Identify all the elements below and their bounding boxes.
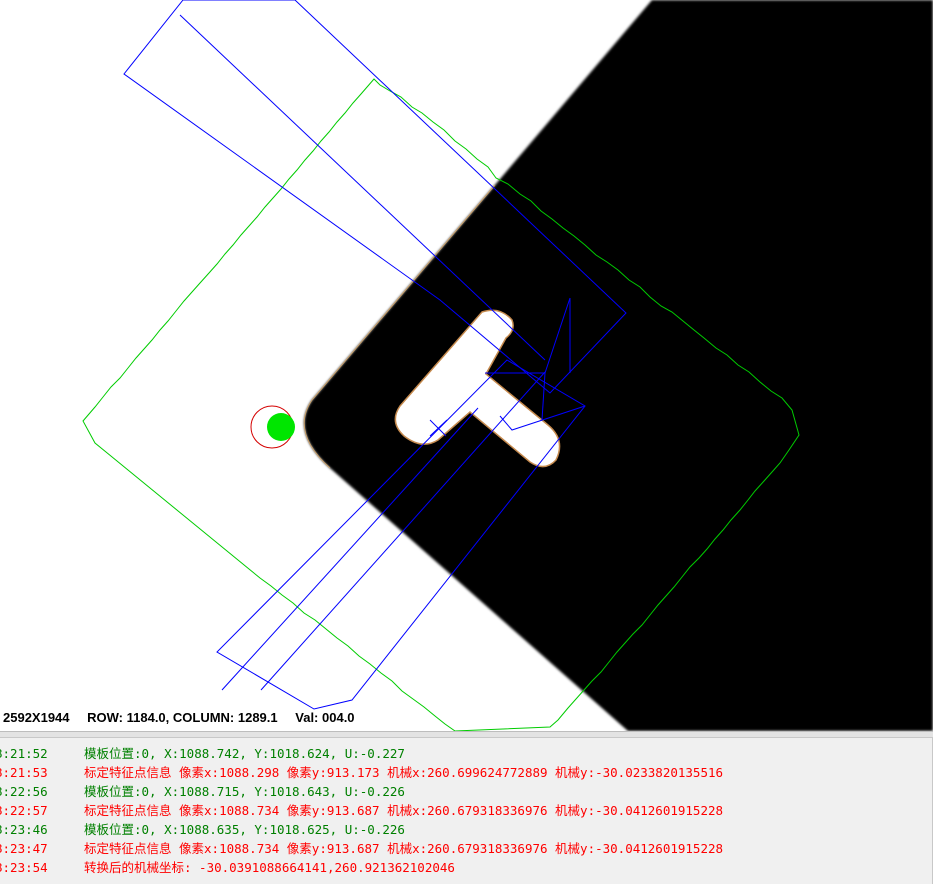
log-entry: 8:23:54 转换后的机械坐标: -30.0391088664141,260.…	[0, 858, 932, 877]
log-time: 8:23:46	[0, 822, 48, 837]
part-body	[304, 0, 933, 731]
log-message: 模板位置:0, X:1088.635, Y:1018.625, U:-0.226	[84, 822, 405, 837]
log-message: 模板位置:0, X:1088.715, Y:1018.643, U:-0.226	[84, 784, 405, 799]
log-message: 标定特征点信息 像素x:1088.298 像素y:913.173 机械x:260…	[84, 765, 724, 780]
log-entry: 8:23:46 模板位置:0, X:1088.635, Y:1018.625, …	[0, 820, 932, 839]
feature-point[interactable]	[267, 413, 295, 441]
log-time: 8:21:53	[0, 765, 48, 780]
log-message: 转换后的机械坐标: -30.0391088664141,260.92136210…	[84, 860, 455, 875]
image-viewer[interactable]: 2592X1944 ROW: 1184.0, COLUMN: 1289.1 Va…	[0, 0, 933, 731]
log-time: 8:22:56	[0, 784, 48, 799]
template-axis-upper	[179, 14, 546, 361]
log-entry: 8:22:56 模板位置:0, X:1088.715, Y:1018.643, …	[0, 782, 932, 801]
log-time: 8:23:54	[0, 860, 48, 875]
log-message: 标定特征点信息 像素x:1088.734 像素y:913.687 机械x:260…	[84, 803, 724, 818]
log-panel[interactable]: 8:21:52 模板位置:0, X:1088.742, Y:1018.624, …	[0, 738, 933, 884]
log-time: 8:23:47	[0, 841, 48, 856]
log-entry: 8:22:57 标定特征点信息 像素x:1088.734 像素y:913.687…	[0, 801, 932, 820]
panel-splitter[interactable]	[0, 731, 933, 738]
image-resolution: 2592X1944	[3, 710, 70, 725]
log-message: 标定特征点信息 像素x:1088.734 像素y:913.687 机械x:260…	[84, 841, 724, 856]
camera-image-canvas	[82, 0, 933, 731]
status-bar: 2592X1944 ROW: 1184.0, COLUMN: 1289.1 Va…	[3, 708, 369, 728]
log-message: 模板位置:0, X:1088.742, Y:1018.624, U:-0.227	[84, 746, 405, 761]
log-entry: 8:21:53 标定特征点信息 像素x:1088.298 像素y:913.173…	[0, 763, 932, 782]
cursor-position: ROW: 1184.0, COLUMN: 1289.1	[87, 710, 278, 725]
pixel-value: Val: 004.0	[295, 710, 355, 725]
log-time: 8:22:57	[0, 803, 48, 818]
log-time: 8:21:52	[0, 746, 48, 761]
log-entry: 8:21:52 模板位置:0, X:1088.742, Y:1018.624, …	[0, 744, 932, 763]
log-entry: 8:23:47 标定特征点信息 像素x:1088.734 像素y:913.687…	[0, 839, 932, 858]
